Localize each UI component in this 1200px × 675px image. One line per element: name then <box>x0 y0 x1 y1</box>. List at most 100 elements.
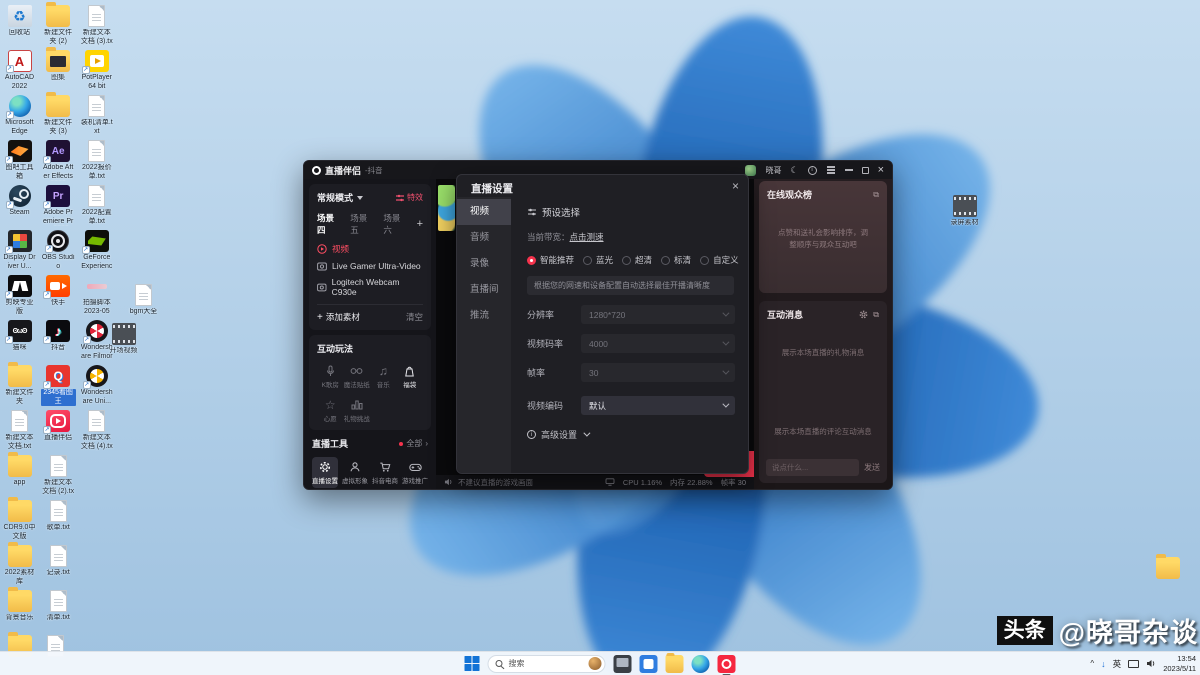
desktop-icon[interactable]: ↗ 快手 <box>41 274 76 319</box>
desktop-icon[interactable]: ↗ 新建文件夹 (3) <box>41 92 76 139</box>
desktop-icon[interactable]: ↗ CDR9.0中文版 <box>2 497 37 544</box>
minimize-button[interactable] <box>844 169 853 171</box>
scene-tab-2[interactable]: 场景五 <box>350 212 375 236</box>
desktop-icon[interactable]: ↗ 图集 <box>41 47 76 94</box>
desktop-icon[interactable]: ʘωʘ ↗ 猫咪 <box>2 319 37 364</box>
desktop-icon[interactable]: ↗ 新建文本文档 (3).txt <box>79 4 114 49</box>
desktop-icon[interactable]: ↗ Steam <box>2 184 37 229</box>
tab-video[interactable]: 视频 <box>457 199 511 225</box>
tools-all-button[interactable]: 全部 › <box>399 438 428 449</box>
desktop-icon[interactable]: ↗ 回收站 <box>2 4 37 49</box>
clock[interactable]: 13:54 2023/5/11 <box>1163 654 1196 673</box>
user-avatar[interactable] <box>745 164 757 176</box>
desktop-icon[interactable]: ↗ 剪映专业版 <box>2 274 37 319</box>
volume-icon[interactable] <box>1146 659 1156 668</box>
tray-expand-icon[interactable]: ^ <box>1090 659 1094 668</box>
desktop-icon[interactable]: Q ↗ 2345看图王 <box>40 364 76 409</box>
source-capture-card[interactable]: Live Gamer Ultra-Video <box>317 261 423 271</box>
scene-tab-1[interactable]: 场景四 <box>317 212 342 236</box>
radio-bluray[interactable]: 蓝光 <box>583 254 613 266</box>
radio-smart[interactable]: 智能推荐 <box>527 254 574 266</box>
interact-karaoke[interactable]: K歌房 <box>317 364 344 389</box>
taskbar-app-edge[interactable] <box>691 654 710 673</box>
interact-sticker[interactable]: 魔法贴纸 <box>344 364 371 389</box>
desktop-icon[interactable]: ↗ 新建文件夹 <box>2 362 37 409</box>
popout-icon[interactable]: ⧉ <box>873 310 879 319</box>
interact-wish[interactable]: ☆ 心愿 <box>317 398 344 424</box>
desktop-icon[interactable]: ↗ 2022配置单.txt <box>79 184 114 229</box>
desktop-icon[interactable]: ↗ 记录.txt <box>41 544 76 589</box>
taskbar-app-file-explorer[interactable] <box>665 652 684 673</box>
help-icon[interactable]: i <box>807 165 817 175</box>
desktop-icon[interactable]: Pr ↗ Adobe Premiere Pro 2022 <box>41 184 76 229</box>
desktop-icon[interactable]: ↗ 2022素材库 <box>2 542 37 589</box>
network-icon[interactable] <box>1128 659 1140 668</box>
taskbar-app-live-companion[interactable] <box>717 654 736 675</box>
resolution-select[interactable]: 1280*720 <box>581 305 735 324</box>
desktop-icon[interactable]: ↗ 背景音乐 <box>2 587 37 634</box>
desktop-icon[interactable]: ↗ 清单.txt <box>41 589 76 634</box>
desktop-icon[interactable]: ↗ 录屏素材 <box>947 194 982 239</box>
taskbar-app-photos[interactable] <box>639 654 658 673</box>
dialog-close-button[interactable]: × <box>732 179 739 193</box>
radio-custom[interactable]: 自定义 <box>700 254 739 266</box>
desktop-icon[interactable]: ↗ 新建文件夹 (2) <box>41 2 76 49</box>
desktop-icon[interactable]: A ↗ AutoCAD 2022 <box>2 49 37 94</box>
ime-indicator[interactable]: 英 <box>1113 658 1122 670</box>
taskbar-app-task-view[interactable] <box>613 654 632 673</box>
desktop-icon[interactable]: ↗ 歌单.txt <box>41 499 76 544</box>
source-video[interactable]: 视频 <box>317 243 423 255</box>
speed-test-link[interactable]: 点击测速 <box>570 232 604 242</box>
interact-lucky-bag[interactable]: 福袋 <box>397 364 424 389</box>
desktop-icon[interactable]: ↗ <box>1150 554 1185 601</box>
radio-standard[interactable]: 标清 <box>661 254 691 266</box>
start-button[interactable] <box>464 656 480 671</box>
tab-live-room[interactable]: 直播间 <box>457 277 511 303</box>
desktop-icon[interactable]: ↗ 装机清单.txt <box>79 94 114 139</box>
mode-selector[interactable]: 常规模式 <box>317 191 353 204</box>
tab-recording[interactable]: 录像 <box>457 251 511 277</box>
tool-live-settings[interactable]: 直播设置 <box>312 457 338 488</box>
close-button[interactable]: × <box>878 165 884 176</box>
bitrate-select[interactable]: 4000 <box>581 334 735 353</box>
desktop-icon[interactable]: ↗ 拍摄脚本 2023-05 <box>79 274 114 319</box>
advanced-settings-toggle[interactable]: i 高级设置 <box>527 428 748 441</box>
desktop-icon[interactable]: ↗ Microsoft Edge <box>2 94 37 139</box>
desktop-icon[interactable]: ↗ app <box>2 452 37 499</box>
tab-push-stream[interactable]: 推流 <box>457 303 511 329</box>
scene-tab-3[interactable]: 场景六 <box>383 212 408 236</box>
desktop-icon[interactable]: ↗ Display Driver U... <box>2 229 37 274</box>
radio-ultra[interactable]: 超清 <box>622 254 652 266</box>
tab-audio[interactable]: 音频 <box>457 225 511 251</box>
add-material-button[interactable]: 添加素材 <box>326 311 360 323</box>
download-indicator-icon[interactable]: ↓ <box>1101 659 1106 669</box>
desktop-icon[interactable]: ♪ ↗ 抖音 <box>41 319 76 364</box>
desktop-icon[interactable]: ↗ PotPlayer 64 bit <box>79 49 114 94</box>
gear-icon[interactable] <box>859 310 868 319</box>
desktop-icon[interactable]: ↗ 新建文本文档 (4).txt <box>79 409 114 454</box>
encoder-select[interactable]: 默认 <box>581 396 735 415</box>
effects-button[interactable]: 特效 <box>396 192 423 203</box>
framerate-select[interactable]: 30 <box>581 363 735 382</box>
interact-music[interactable]: ♫ 音乐 <box>370 364 397 390</box>
search-input[interactable] <box>506 658 577 669</box>
source-webcam[interactable]: Logitech Webcam C930e <box>317 277 423 297</box>
user-name[interactable]: 晓哥 <box>765 165 781 176</box>
tool-douyin-ecommerce[interactable]: 抖音电商 <box>372 457 398 488</box>
clear-button[interactable]: 清空 <box>406 311 423 323</box>
interact-gift-challenge[interactable]: 礼物挑战 <box>344 398 371 423</box>
desktop-icon[interactable]: ↗ 开场视频 <box>106 322 141 367</box>
tool-game-promotion[interactable]: 游戏推广 <box>402 457 428 488</box>
desktop-icon[interactable]: ↗ 2022报价单.txt <box>79 139 114 184</box>
desktop-icon[interactable]: ↗ 直播伴侣 <box>41 409 76 454</box>
add-scene-button[interactable]: + <box>417 218 423 229</box>
desktop-icon[interactable]: ↗ Wondershare Uni... <box>79 364 114 409</box>
maximize-button[interactable] <box>861 166 869 174</box>
menu-icon[interactable] <box>826 169 835 171</box>
desktop-icon[interactable]: ↗ 图吧工具箱 <box>2 139 37 184</box>
theme-toggle-icon[interactable]: ☾ <box>790 165 798 175</box>
message-input[interactable] <box>766 459 859 476</box>
desktop-icon[interactable]: ↗ GeForce Experience <box>79 229 114 274</box>
desktop-icon[interactable]: ↗ 新建文本文档.txt <box>2 409 37 454</box>
taskbar-search[interactable] <box>487 654 606 673</box>
